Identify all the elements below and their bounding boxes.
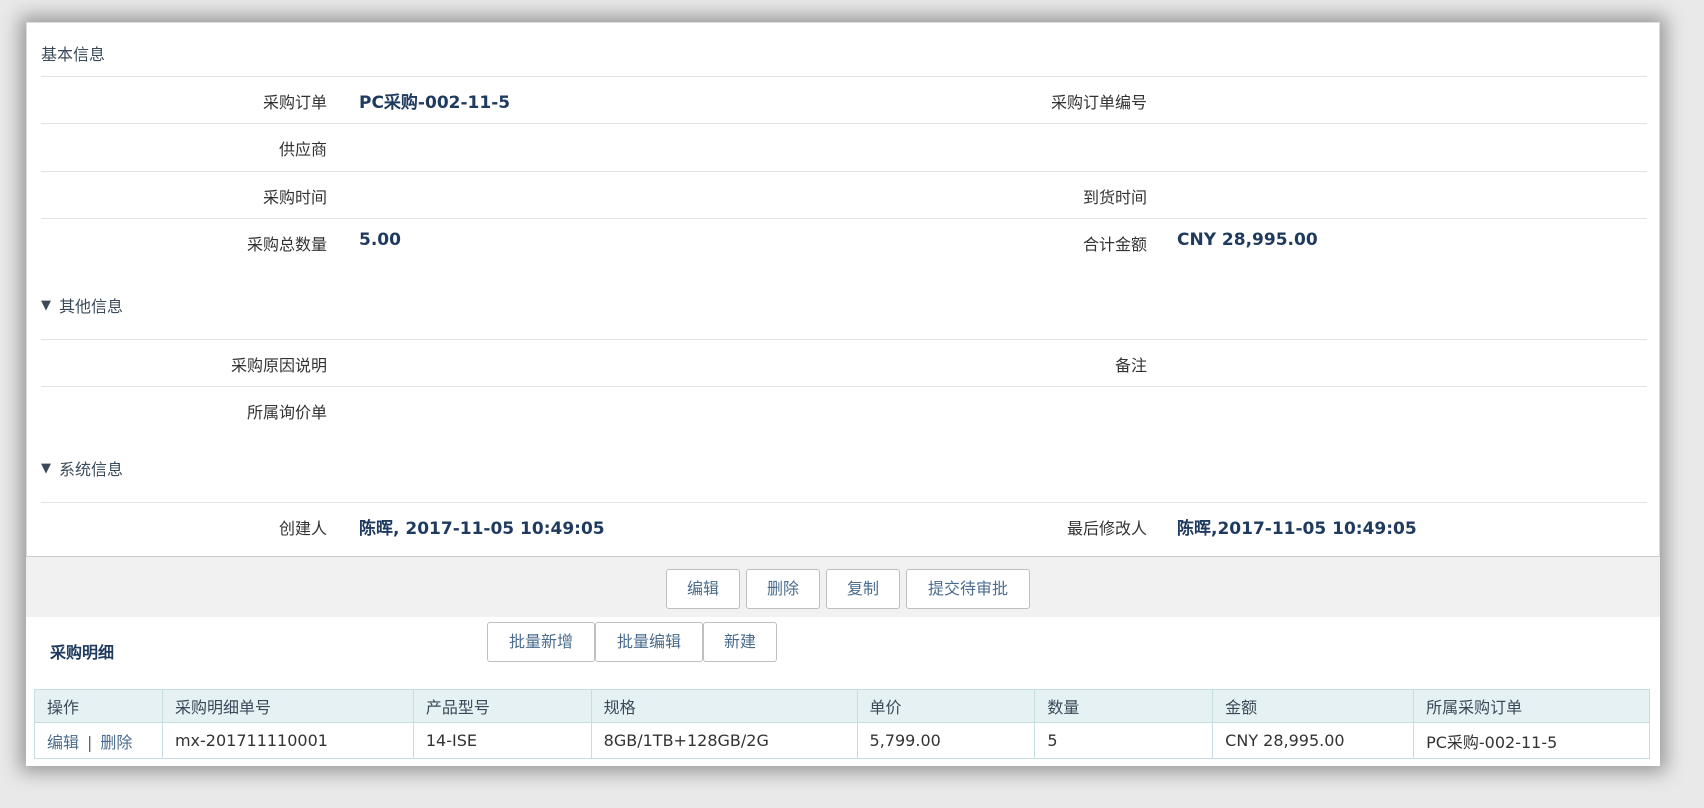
divider — [41, 339, 1647, 340]
column-header-detail-no: 采购明细单号 — [161, 689, 414, 723]
field-label-po-no: 采购订单编号 — [1050, 93, 1147, 112]
edit-button[interactable]: 编辑 — [666, 569, 740, 609]
field-value-creator: 陈晖, 2017-11-05 10:49:05 — [359, 519, 605, 539]
divider — [41, 123, 1647, 124]
column-header-order: 所属采购订单 — [1413, 689, 1650, 723]
info-panel: 基本信息 采购订单 PC采购-002-11-5 采购订单编号 供应商 采购时间 … — [26, 22, 1660, 557]
field-value-total-qty: 5.00 — [359, 230, 401, 250]
cell-spec: 8GB/1TB+128GB/2G — [590, 722, 858, 759]
divider — [41, 386, 1647, 387]
cell-qty: 5 — [1034, 722, 1214, 759]
field-label-reason: 采购原因说明 — [230, 356, 327, 375]
column-header-amount: 金额 — [1212, 689, 1415, 723]
field-value-total-amount: CNY 28,995.00 — [1177, 230, 1318, 250]
divider — [41, 502, 1647, 503]
new-button[interactable]: 新建 — [703, 622, 777, 662]
field-value-po: PC采购-002-11-5 — [359, 93, 511, 113]
detail-table: 操作 采购明细单号 产品型号 规格 单价 数量 金额 所属采购订单 编辑 | 删除 … — [34, 689, 1650, 759]
row-edit-link[interactable]: 编辑 — [47, 733, 79, 752]
delete-button[interactable]: 删除 — [746, 569, 820, 609]
collapse-triangle-icon[interactable]: ▼ — [41, 461, 51, 476]
table-row: 编辑 | 删除 mx-201711110001 14-ISE 8GB/1TB+128… — [34, 722, 1650, 759]
section-header-other[interactable]: ▼ 其他信息 — [41, 293, 123, 317]
cell-unit-price: 5,799.00 — [856, 722, 1036, 759]
detail-page: 基本信息 采购订单 PC采购-002-11-5 采购订单编号 供应商 采购时间 … — [26, 22, 1660, 766]
section-title-other: 其他信息 — [59, 297, 124, 316]
batch-edit-button[interactable]: 批量编辑 — [595, 622, 703, 662]
field-label-arrival-time: 到货时间 — [1082, 188, 1147, 207]
field-label-inquiry: 所属询价单 — [246, 403, 327, 422]
collapse-triangle-icon[interactable]: ▼ — [41, 298, 51, 313]
divider — [41, 171, 1647, 172]
field-label-modifier: 最后修改人 — [1066, 519, 1147, 538]
detail-section-title: 采购明细 — [50, 643, 115, 662]
section-title-system: 系统信息 — [59, 460, 124, 479]
column-header-qty: 数量 — [1034, 689, 1214, 723]
row-delete-link[interactable]: 删除 — [100, 733, 132, 752]
column-header-unit-price: 单价 — [856, 689, 1036, 723]
field-label-supplier: 供应商 — [278, 140, 327, 159]
field-label-purchase-time: 采购时间 — [262, 188, 327, 207]
copy-button[interactable]: 复制 — [826, 569, 900, 609]
field-label-po: 采购订单 — [262, 93, 327, 112]
cell-detail-no: mx-201711110001 — [161, 722, 414, 759]
table-header-row: 操作 采购明细单号 产品型号 规格 单价 数量 金额 所属采购订单 — [34, 689, 1650, 723]
batch-add-button[interactable]: 批量新增 — [487, 622, 595, 662]
row-actions-cell: 编辑 | 删除 — [34, 722, 163, 759]
cell-model: 14-ISE — [412, 722, 592, 759]
field-label-remark: 备注 — [1114, 356, 1147, 375]
separator: | — [87, 732, 93, 752]
column-header-actions: 操作 — [34, 689, 163, 723]
section-header-system[interactable]: ▼ 系统信息 — [41, 456, 123, 480]
field-label-total-amount: 合计金额 — [1082, 235, 1147, 254]
submit-approval-button[interactable]: 提交待审批 — [906, 569, 1030, 609]
field-label-creator: 创建人 — [278, 519, 327, 538]
field-value-modifier: 陈晖,2017-11-05 10:49:05 — [1177, 519, 1417, 539]
column-header-model: 产品型号 — [412, 689, 592, 723]
action-bar: 编辑 删除 复制 提交待审批 — [26, 557, 1660, 617]
column-header-spec: 规格 — [590, 689, 858, 723]
section-title-basic: 基本信息 — [41, 45, 106, 64]
divider — [41, 218, 1647, 219]
field-label-total-qty: 采购总数量 — [246, 235, 327, 254]
cell-order: PC采购-002-11-5 — [1413, 722, 1650, 759]
divider — [41, 76, 1647, 77]
cell-amount: CNY 28,995.00 — [1212, 722, 1415, 759]
